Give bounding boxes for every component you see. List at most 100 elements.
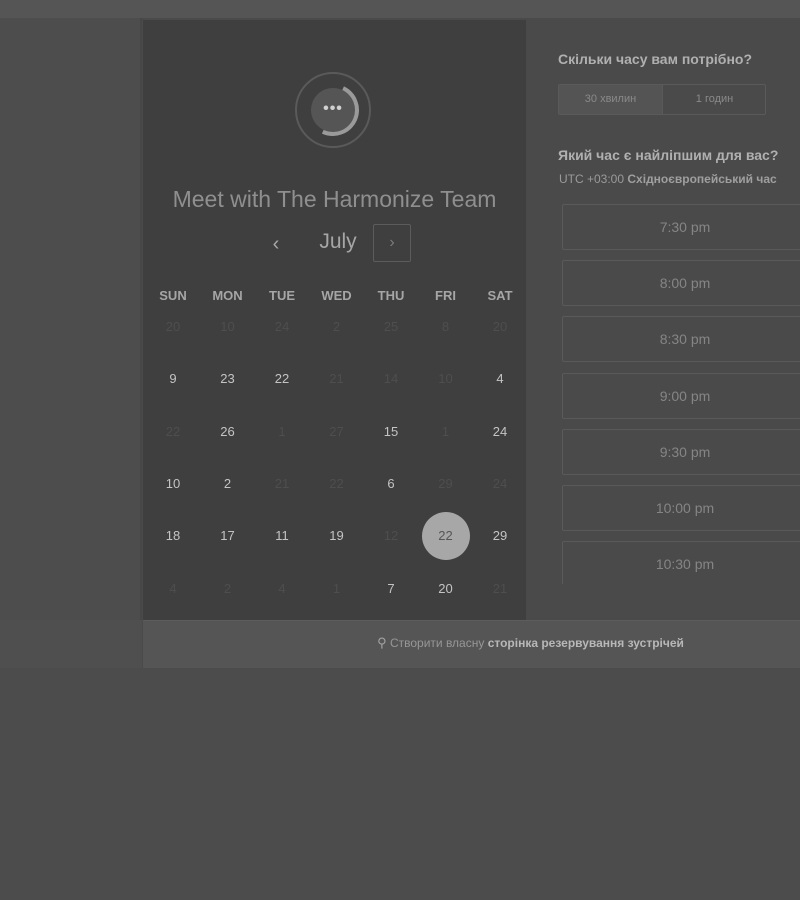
timezone-label[interactable]: UTC +03:00 Східноєвропейський час	[559, 172, 777, 186]
time-slot-button[interactable]: 9:00 pm	[562, 372, 800, 419]
next-month-button[interactable]: ›	[373, 224, 411, 262]
calendar-day-number: 9	[169, 371, 177, 387]
calendar-day-number: 2	[223, 475, 232, 491]
calendar-day: 27	[310, 411, 364, 463]
time-slot-button[interactable]: 8:30 pm	[562, 316, 800, 363]
footer-text-prefix: Створити власну	[389, 636, 485, 650]
calendar-day-number: 10	[220, 319, 235, 334]
calendar-day-number: 24	[492, 475, 508, 491]
calendar-day[interactable]: 4	[473, 358, 527, 410]
calendar-day-selected[interactable]: 22	[419, 512, 473, 567]
calendar-day[interactable]: 22	[255, 358, 309, 410]
time-slot-list: 7:30 pm 8:00 pm 8:30 pm 9:00 pm 9:30 pm 10:00…	[562, 204, 800, 584]
weekday-tue: TUE	[269, 288, 295, 303]
weekday-wed: WED	[321, 288, 352, 303]
calendar-day-number: 24	[492, 423, 508, 439]
calendar-day-number: 1	[278, 423, 286, 439]
calendar-day-number: 22	[438, 528, 453, 544]
calendar-day-number: 24	[274, 319, 290, 334]
calendar-day: 24	[473, 463, 527, 515]
calendar-day[interactable]: 20	[419, 568, 473, 620]
calendar-day[interactable]: 10	[146, 463, 200, 515]
time-question: Який час є найліпшим для вас?	[558, 147, 779, 163]
calendar-day[interactable]: 29	[473, 515, 527, 567]
calendar-day-number: 22	[165, 423, 181, 439]
calendar-day-number: 7	[387, 580, 395, 596]
calendar-day-number: 2	[332, 319, 341, 334]
calendar-day-number: 29	[492, 528, 508, 544]
duration-question: Скільки часу вам потрібно?	[558, 51, 753, 67]
calendar-day-number: 6	[387, 475, 395, 491]
weekday-header-row: SUN MON TUE WED THU FRI SAT	[146, 288, 529, 306]
weekday-sun: SUN	[159, 288, 187, 303]
calendar-day-number: 10	[438, 371, 453, 387]
time-slot-button[interactable]: 9:30 pm	[562, 428, 800, 475]
calendar-day-number: 15	[383, 423, 399, 439]
calendar-day: 20	[473, 306, 527, 358]
page-lower-background	[0, 668, 800, 900]
calendar-day[interactable]: 18	[146, 515, 200, 567]
calendar-day[interactable]: 23	[201, 358, 255, 410]
time-slot-button[interactable]: 10:00 pm	[562, 485, 800, 531]
calendar-day[interactable]: 9	[146, 358, 200, 410]
calendar-day-number: 19	[329, 528, 344, 544]
footer-bar: ⚲ Створити власну сторінка резервування …	[143, 620, 800, 668]
weekday-mon: MON	[212, 288, 243, 303]
calendar-day[interactable]: 11	[255, 515, 309, 567]
time-slot-button[interactable]: 7:30 pm	[562, 204, 800, 250]
calendar-day[interactable]: 24	[473, 411, 527, 463]
calendar-day[interactable]: 2	[201, 463, 255, 515]
create-booking-page-link[interactable]: ⚲ Створити власну сторінка резервування …	[143, 635, 800, 651]
calendar-day[interactable]: 19	[310, 515, 364, 567]
calendar-day: 12	[364, 515, 418, 567]
calendar-day-number: 11	[275, 528, 289, 544]
weekday-fri: FRI	[435, 288, 456, 303]
calendar-day-number: 4	[496, 371, 504, 387]
calendar-day-number: 8	[441, 319, 450, 334]
calendar-day[interactable]: 17	[201, 515, 255, 567]
calendar-day[interactable]: 6	[364, 463, 418, 515]
timezone-name: Східноєвропейський час	[627, 172, 777, 186]
timezone-offset: UTC +03:00	[559, 172, 625, 186]
browser-top-strip	[0, 0, 800, 18]
calendar-day[interactable]: 7	[364, 568, 418, 620]
calendar-day-number: 27	[329, 423, 344, 439]
calendar-day: 1	[255, 411, 309, 463]
calendar-day: 4	[255, 568, 309, 620]
calendar-day-number: 10	[165, 475, 181, 491]
calendar-day: 24	[255, 306, 309, 358]
calendar-day-number: 12	[383, 528, 399, 544]
time-slot-button[interactable]: 8:00 pm	[562, 260, 800, 307]
calendar-day[interactable]: 15	[364, 411, 418, 463]
duration-option-30min[interactable]: 30 хвилин	[559, 85, 663, 114]
calendar-day-number: 20	[438, 580, 453, 596]
meeting-title: Meet with The Harmonize Team	[172, 186, 497, 212]
calendar-day-number: 21	[329, 371, 344, 387]
calendar-day-number: 23	[220, 371, 235, 387]
calendar-day: 1	[310, 568, 364, 620]
calendar-day: 25	[364, 306, 418, 358]
calendar-day: 1	[419, 411, 473, 463]
calendar-day: 21	[473, 568, 527, 620]
calendar-day-number: 25	[383, 319, 399, 334]
calendar-day: 22	[310, 463, 364, 515]
calendar-day[interactable]: 26	[201, 411, 255, 463]
calendar-day: 29	[419, 463, 473, 515]
logo-dots: •••	[323, 100, 343, 117]
duration-toggle: 30 хвилин 1 годин	[558, 84, 766, 115]
left-footer-background	[0, 620, 142, 668]
calendar-day: 14	[364, 358, 418, 410]
calendar-day-number: 21	[274, 475, 290, 491]
calendar-day: 22	[146, 411, 200, 463]
month-navigation: ‹ July ›	[143, 224, 526, 264]
calendar-day-number: 4	[169, 580, 177, 596]
prev-month-button[interactable]: ‹	[261, 228, 291, 260]
calendar-day: 8	[419, 306, 473, 358]
time-slot-button[interactable]: 10:30 pm	[562, 541, 800, 584]
calendar-day: 2	[310, 306, 364, 358]
calendar-day-number: 1	[441, 423, 450, 439]
duration-option-1h[interactable]: 1 годин	[663, 85, 766, 114]
calendar-day-grid: 20 10 24 2 25 8 20 9 23 22 21 14 10 4 22 26 1 27 15 1 24 10 2 2…	[146, 306, 529, 618]
weekday-sat: SAT	[487, 288, 513, 303]
calendar-day: 10	[201, 306, 255, 358]
